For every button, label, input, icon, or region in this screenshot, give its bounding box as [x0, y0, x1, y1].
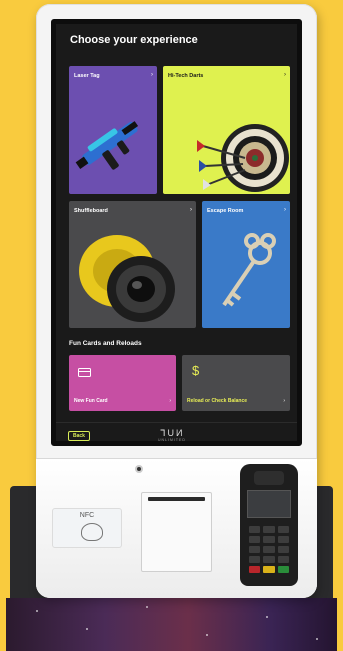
laser-blaster-icon: [75, 121, 139, 170]
chevron-right-icon: ›: [283, 398, 285, 404]
brand-tagline: UNLIMITED: [158, 438, 186, 442]
back-button[interactable]: Back: [68, 431, 90, 441]
shuffleboard-puck-icon: [79, 235, 175, 322]
reload-balance-button[interactable]: $ Reload or Check Balance ›: [182, 355, 290, 411]
tap-hand-icon: [81, 523, 103, 541]
card-reader-slot: [254, 471, 284, 485]
tile-laser-tag[interactable]: Laser Tag ›: [69, 66, 157, 194]
screen-title: Choose your experience: [70, 34, 198, 46]
tile-label: New Fun Card: [74, 398, 108, 404]
chevron-right-icon: ›: [169, 398, 171, 404]
receipt-printer-slot: [141, 492, 212, 572]
terminal-keypad[interactable]: [249, 526, 289, 573]
footer-bar: Back ᒣUИ UNLIMITED: [56, 422, 297, 446]
dartboard-icon: [197, 124, 289, 192]
tile-escape-room[interactable]: Escape Room ›: [202, 201, 290, 328]
tile-label: Reload or Check Balance: [187, 398, 248, 404]
kiosk-pedestal: [6, 598, 337, 651]
dollar-icon: $: [192, 363, 200, 378]
touch-screen: Choose your experience Laser Tag › Hi-Te…: [51, 19, 302, 446]
key-icon: [222, 233, 276, 307]
tile-shuffleboard[interactable]: Shuffleboard ›: [69, 201, 196, 328]
terminal-screen: [247, 490, 291, 518]
section-title: Fun Cards and Reloads: [69, 340, 142, 347]
nfc-label: NFC: [79, 512, 95, 519]
card-payment-terminal[interactable]: [240, 464, 298, 586]
new-fun-card-button[interactable]: New Fun Card ›: [69, 355, 176, 411]
nfc-reader[interactable]: NFC: [52, 508, 122, 548]
camera-icon: [135, 465, 143, 473]
credit-card-icon: [78, 368, 91, 377]
tile-hi-tech-darts[interactable]: Hi-Tech Darts ›: [163, 66, 290, 194]
